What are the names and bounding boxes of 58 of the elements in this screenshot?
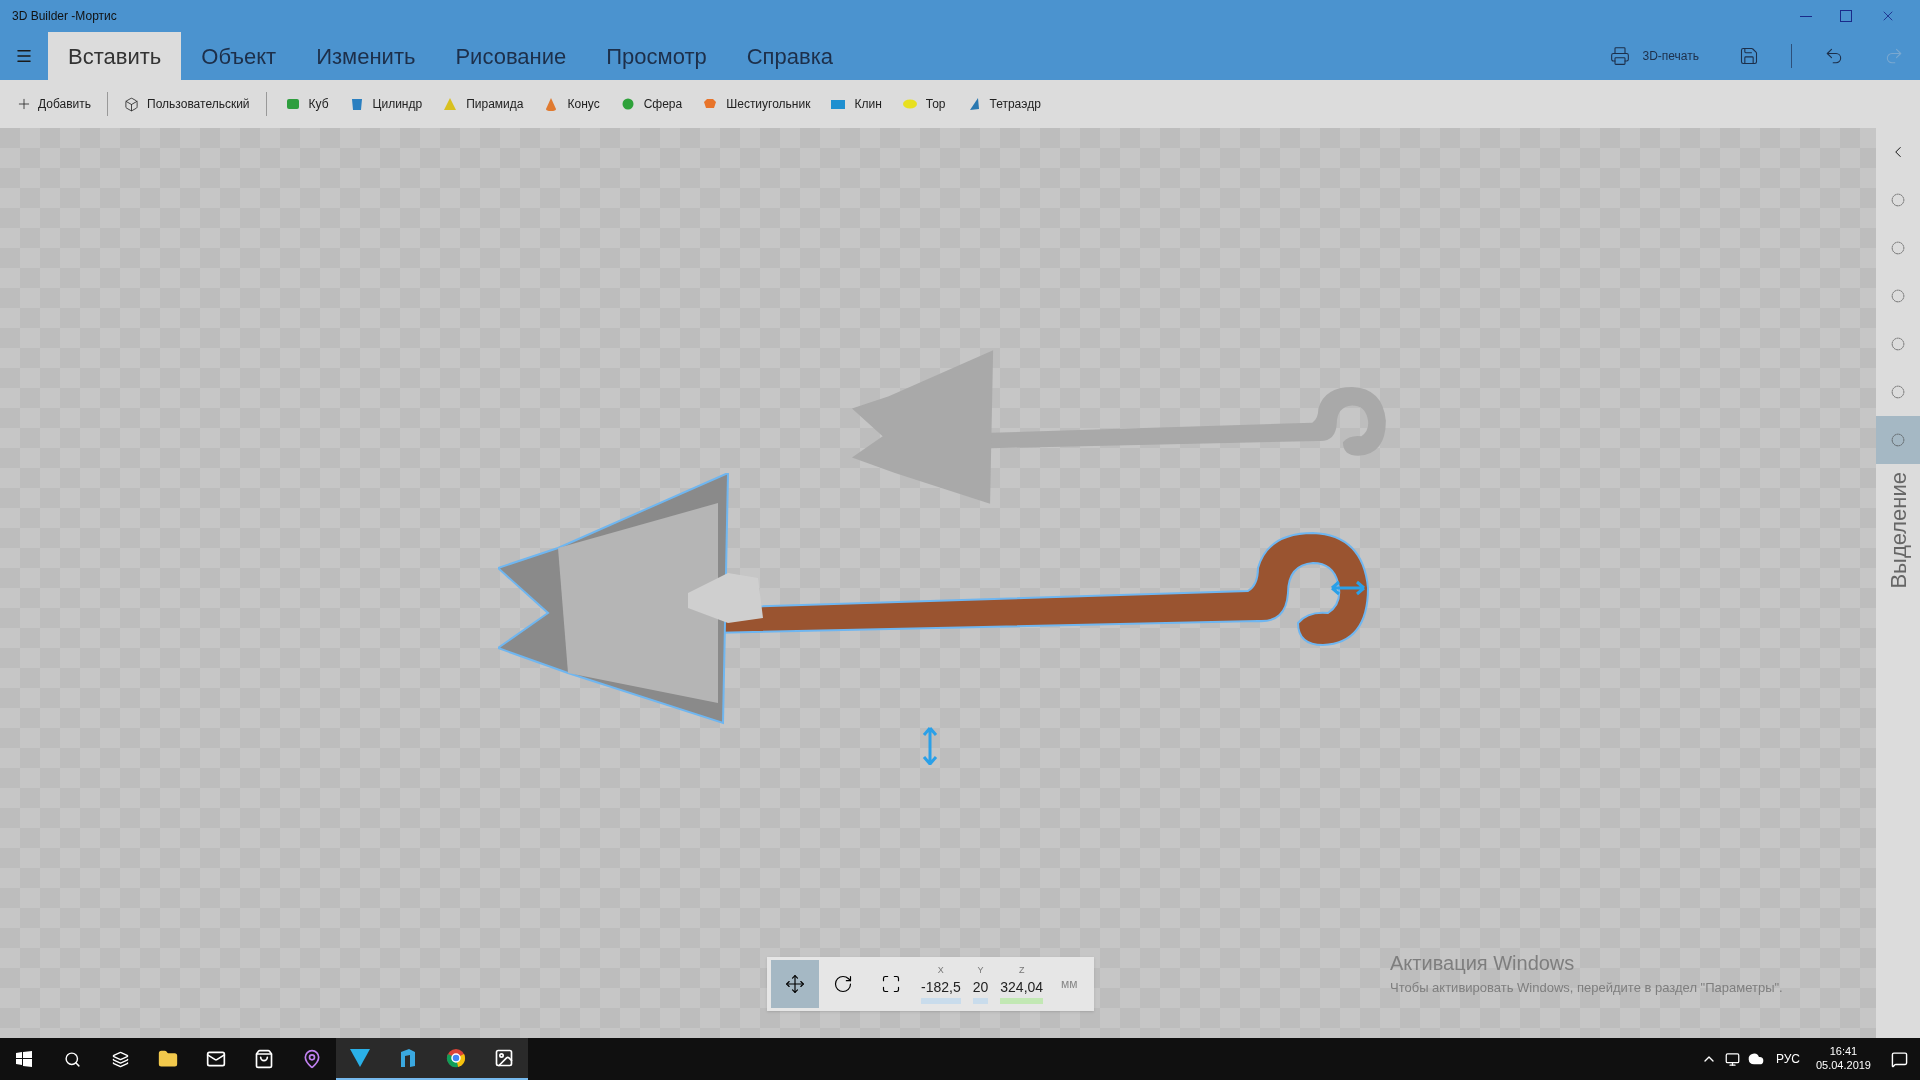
print-button[interactable]: 3D-печать	[1610, 46, 1699, 66]
ribbon-tab[interactable]: Вставить	[48, 32, 182, 80]
menu-icon[interactable]	[15, 47, 33, 65]
transform-mode-button[interactable]	[771, 960, 819, 1008]
circle-icon	[1891, 385, 1905, 399]
shape-button[interactable]: Сфера	[609, 88, 693, 120]
language-indicator[interactable]: РУС	[1775, 1050, 1800, 1068]
coordinate-field[interactable]: Z 324,04	[994, 960, 1050, 1008]
notification-icon[interactable]	[1891, 1050, 1908, 1068]
custom-shape-button[interactable]: Пользовательский	[116, 88, 258, 120]
rotate-icon	[833, 974, 853, 994]
unit-label: мм	[1060, 976, 1079, 993]
shape-button[interactable]: Тор	[891, 88, 956, 120]
move-icon	[785, 974, 805, 994]
save-icon[interactable]	[1739, 46, 1759, 66]
shape-button[interactable]: Пирамида	[432, 88, 534, 120]
ribbon-tab[interactable]: Справка	[726, 32, 854, 80]
printer-icon	[1610, 46, 1631, 66]
date-text: 05.04.2019	[1815, 1059, 1871, 1073]
ribbon-tab[interactable]: Просмотр	[586, 32, 727, 80]
panel-label: Выделение	[1884, 472, 1912, 589]
add-button[interactable]: Добавить	[8, 88, 100, 120]
activation-text: Чтобы активировать Windows, перейдите в раздел "Параметры".	[1390, 979, 1783, 997]
resize-arrow-icon[interactable]	[1330, 580, 1366, 596]
undo-icon[interactable]	[1824, 46, 1844, 66]
plus-icon	[16, 96, 32, 112]
activation-title: Активация Windows	[1390, 951, 1576, 976]
shape-button[interactable]: Клин	[820, 88, 892, 120]
ribbon-tab[interactable]: Изменить	[296, 32, 436, 80]
circle-icon	[1891, 289, 1905, 303]
ribbon-tab[interactable]: Рисование	[435, 32, 587, 80]
clock[interactable]: 16:41 05.04.2019	[1815, 1045, 1871, 1073]
cube-icon	[124, 96, 140, 112]
coordinate-value: -182,5	[921, 978, 961, 998]
minimize-icon[interactable]	[1800, 15, 1812, 17]
coordinate-field[interactable]: Y 20	[966, 960, 995, 1008]
coordinate-field[interactable]: X -182,5	[915, 960, 967, 1008]
axis-label: X	[937, 963, 944, 977]
shape-button[interactable]: Конус	[533, 88, 610, 120]
scale-icon	[881, 974, 901, 994]
shape-button[interactable]: Шестиугольник	[692, 88, 821, 120]
network-icon[interactable]	[1724, 1051, 1740, 1067]
shape-button[interactable]: Цилиндр	[338, 88, 433, 120]
time-text: 16:41	[1829, 1045, 1858, 1059]
app-icon[interactable]	[336, 1038, 384, 1080]
coordinate-value: 324,04	[1000, 978, 1044, 998]
cloud-icon[interactable]	[1747, 1051, 1764, 1067]
coordinate-value: 20	[972, 978, 989, 998]
image-app-icon[interactable]	[480, 1038, 528, 1080]
restore-icon[interactable]	[1840, 10, 1852, 22]
axis-label: Y	[977, 963, 984, 977]
ribbon-tab[interactable]: Объект	[181, 32, 297, 80]
circle-icon	[1891, 337, 1905, 351]
window-title: 3D Builder -Мортис	[12, 8, 117, 25]
viewport[interactable]: X -182,5 Y 20 Z 324,04 мм Активация Windows Чтобы активировать Windows, перейдите в раздел "Параметры".	[0, 128, 1876, 1038]
shape-button[interactable]: Тетраэдр	[955, 88, 1051, 120]
axis-label: Z	[1018, 963, 1025, 977]
shape-button[interactable]: Куб	[274, 88, 339, 120]
